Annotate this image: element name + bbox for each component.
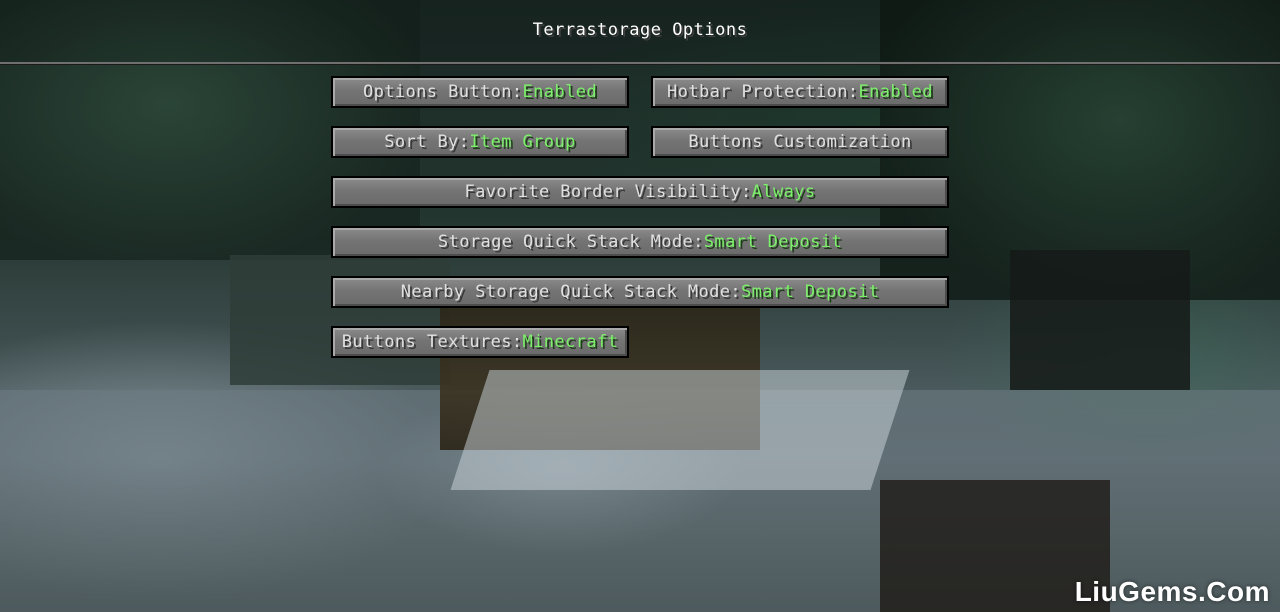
header-divider — [0, 62, 1280, 65]
button-label: Sort By: — [384, 132, 470, 152]
button-value: Always — [751, 182, 816, 202]
button-label: Nearby Storage Quick Stack Mode: — [400, 282, 742, 302]
blurred-snow-patch — [450, 370, 910, 490]
button-label: Buttons Textures: — [341, 332, 523, 352]
button-value: Enabled — [522, 82, 597, 102]
buttons-textures-button[interactable]: Buttons Textures: Minecraft — [331, 326, 629, 358]
storage-quick-stack-mode-button[interactable]: Storage Quick Stack Mode: Smart Deposit — [331, 226, 949, 258]
blurred-dark-block — [1010, 250, 1190, 390]
button-value: Enabled — [858, 82, 933, 102]
sort-by-button[interactable]: Sort By: Item Group — [331, 126, 629, 158]
button-label: Favorite Border Visibility: — [464, 182, 752, 202]
watermark-text: LiuGems.Com — [1074, 576, 1270, 607]
buttons-customization-button[interactable]: Buttons Customization — [651, 126, 949, 158]
button-value: Smart Deposit — [741, 282, 880, 302]
favorite-border-visibility-button[interactable]: Favorite Border Visibility: Always — [331, 176, 949, 208]
button-value: Item Group — [469, 132, 576, 152]
options-button-toggle[interactable]: Options Button: Enabled — [331, 76, 629, 108]
button-label: Storage Quick Stack Mode: — [437, 232, 704, 252]
button-label: Options Button: — [363, 82, 523, 102]
button-label: Buttons Customization — [688, 132, 912, 152]
screen-title: Terrastorage Options — [532, 20, 748, 40]
button-value: Minecraft — [522, 332, 619, 352]
nearby-storage-quick-stack-mode-button[interactable]: Nearby Storage Quick Stack Mode: Smart D… — [331, 276, 949, 308]
button-value: Smart Deposit — [703, 232, 843, 252]
hotbar-protection-toggle[interactable]: Hotbar Protection: Enabled — [651, 76, 949, 108]
blurred-stone-block — [230, 255, 450, 385]
button-label: Hotbar Protection: — [667, 82, 859, 102]
